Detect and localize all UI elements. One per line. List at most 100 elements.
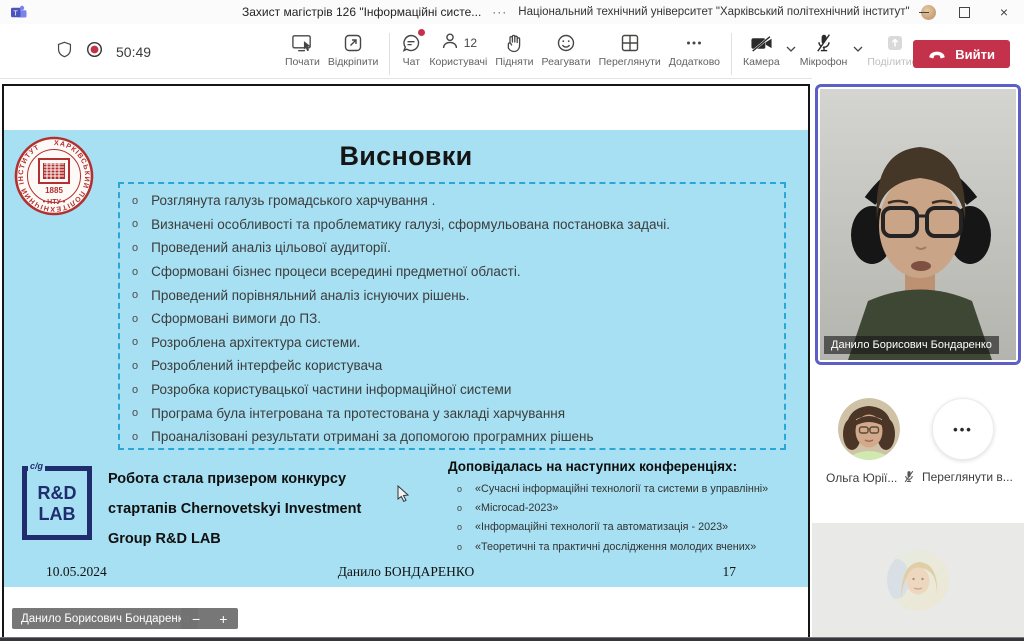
rdlab-cg-mark: c/g [28, 461, 45, 471]
raise-hand-button[interactable]: Підняти [491, 32, 537, 68]
conclusion-item: Програма була інтегрована та протестован… [132, 401, 784, 425]
conclusion-item: Проаналізовані результати отримані за до… [132, 425, 784, 449]
present-screen-icon [291, 32, 314, 53]
start-presenting-button[interactable]: Почати [281, 32, 324, 68]
mic-off-icon [815, 32, 833, 53]
maximize-icon [959, 7, 970, 18]
conference-item: «Microcad-2023» [448, 499, 798, 518]
leave-button[interactable]: Вийти [913, 40, 1010, 68]
slide: ХАРКІВСЬКИЙ ПОЛІТЕХНІЧНИЙ ІНСТИТУТ 1885 … [4, 130, 808, 587]
raised-hand-icon [505, 32, 523, 53]
speaker-video: Данило Борисович Бондаренко [820, 89, 1016, 360]
slide-page-number: 17 [723, 564, 737, 580]
unpin-icon [343, 32, 363, 53]
people-icon [440, 31, 460, 54]
seal-year: 1885 [45, 186, 63, 195]
self-view-avatar [887, 549, 949, 611]
slide-zoom-controls: − + [181, 608, 238, 629]
participant-avatar[interactable] [838, 398, 900, 460]
participants-sidebar: Данило Борисович Бондаренко [812, 78, 1024, 637]
microphone-button[interactable]: Мікрофон [796, 32, 852, 68]
react-button[interactable]: Реагувати [538, 32, 595, 68]
camera-options-chevron-icon[interactable] [786, 39, 796, 57]
svg-text:T: T [13, 8, 18, 17]
minimize-icon [919, 12, 929, 13]
recording-indicator-icon [86, 41, 103, 63]
titlebar-overflow-menu[interactable]: ··· [492, 5, 507, 19]
minimize-button[interactable] [904, 0, 944, 24]
shield-icon [56, 40, 73, 64]
participants-count: 12 [464, 36, 477, 50]
close-button[interactable]: × [984, 0, 1024, 24]
award-line: Group R&D LAB [108, 524, 361, 554]
conclusion-item: Розробка користувацької частини інформац… [132, 378, 784, 402]
award-text: Робота стала призером конкурсу стартапів… [108, 460, 361, 554]
smiley-icon [556, 32, 576, 53]
slide-footer: 10.05.2024 Данило БОНДАРЕНКО 17 [4, 564, 808, 584]
conclusion-item: Розроблена архітектура системи. [132, 331, 784, 355]
teams-app-icon: T [10, 5, 27, 19]
conclusions-list: Розглянута галузь громадського харчуванн… [120, 189, 784, 449]
chat-notification-dot [418, 29, 425, 36]
conferences-title: Доповідалась на наступних конференціях: [448, 459, 798, 474]
self-view-tile[interactable] [812, 523, 1024, 637]
shared-presentation-stage: ХАРКІВСЬКИЙ ПОЛІТЕХНІЧНИЙ ІНСТИТУТ 1885 … [2, 84, 810, 637]
meeting-timer: 50:49 [116, 44, 151, 60]
taskbar-edge [0, 637, 1024, 641]
participant-mic-off-icon [903, 470, 915, 486]
zoom-in-button[interactable]: + [219, 611, 227, 627]
conclusion-item: Сформовані вимоги до ПЗ. [132, 307, 784, 331]
speaker-video-image [820, 89, 1016, 360]
camera-off-icon [750, 32, 773, 53]
conference-item: «Теоретичні та практичні дослідження мол… [448, 538, 798, 557]
conferences-section: Доповідалась на наступних конференціях: … [448, 459, 798, 557]
conclusion-item: Розглянута галузь громадського харчуванн… [132, 189, 784, 213]
participant-photo [838, 398, 900, 460]
toolbar-separator [389, 33, 390, 75]
conclusions-box: Розглянута галузь громадського харчуванн… [118, 182, 786, 450]
speaker-video-tile[interactable]: Данило Борисович Бондаренко [815, 84, 1021, 365]
conclusion-item: Розроблений інтерфейс користувача [132, 354, 784, 378]
presenter-name-tag: Данило Борисович Бондаренко [12, 608, 198, 629]
participant-name-label: Ольга Юрії... [826, 471, 897, 485]
award-line: Робота стала призером конкурсу [108, 464, 361, 494]
meeting-toolbar: 50:49 Почати Відкріпити Чат [0, 24, 1024, 79]
chat-button[interactable]: Чат [397, 32, 425, 68]
slide-title: Висновки [4, 141, 808, 172]
rdlab-rd-text: R&D [38, 484, 77, 502]
conclusion-item: Визначені особливості та проблематику га… [132, 213, 784, 237]
more-options-button[interactable]: Додатково [665, 32, 724, 68]
conclusion-item: Сформовані бізнес процеси всередині пред… [132, 260, 784, 284]
conclusion-item: Проведений порівняльний аналіз існуючих … [132, 283, 784, 307]
chat-icon [401, 32, 421, 53]
organizer-title: Національний технічний університет "Харк… [518, 6, 909, 18]
view-more-label[interactable]: Переглянути в... [922, 470, 1013, 484]
phone-handset-icon [928, 47, 946, 62]
rdlab-lab-text: LAB [39, 505, 76, 523]
award-section: c/g R&D LAB Робота стала призером конкур… [22, 460, 361, 554]
toolbar-separator [731, 33, 732, 75]
conclusion-item: Проведений аналіз цільової аудиторії. [132, 236, 784, 260]
maximize-button[interactable] [944, 0, 984, 24]
speaker-name-label: Данило Борисович Бондаренко [824, 336, 999, 354]
unpin-button[interactable]: Відкріпити [324, 32, 382, 68]
conferences-list: «Сучасні інформаційні технології та сист… [448, 480, 798, 557]
award-line: стартапів Chernovetskyi Investment [108, 494, 361, 524]
rdlab-logo: c/g R&D LAB [22, 466, 92, 540]
zoom-out-button[interactable]: − [192, 611, 200, 627]
view-button[interactable]: Переглянути [595, 32, 665, 68]
share-icon [885, 32, 905, 53]
conference-item: «Інформаційні технології та автоматизаці… [448, 518, 798, 537]
grid-view-icon [620, 32, 640, 53]
mouse-cursor-icon [397, 485, 410, 507]
mic-options-chevron-icon[interactable] [853, 39, 863, 57]
window-titlebar: T Захист магістрів 126 "Інформаційні сис… [0, 0, 1024, 25]
more-participants-avatar[interactable]: ••• [932, 398, 994, 460]
meeting-title: Захист магістрів 126 "Інформаційні систе… [242, 5, 481, 19]
more-participants-dots-icon: ••• [953, 422, 973, 437]
camera-button[interactable]: Камера [739, 32, 784, 68]
ellipsis-icon [684, 32, 704, 53]
slide-author: Данило БОНДАРЕНКО [4, 564, 808, 580]
participants-row: ••• Ольга Юрії... Переглянути в... [812, 398, 1024, 488]
participants-button[interactable]: 12 Користувачі [425, 32, 491, 68]
